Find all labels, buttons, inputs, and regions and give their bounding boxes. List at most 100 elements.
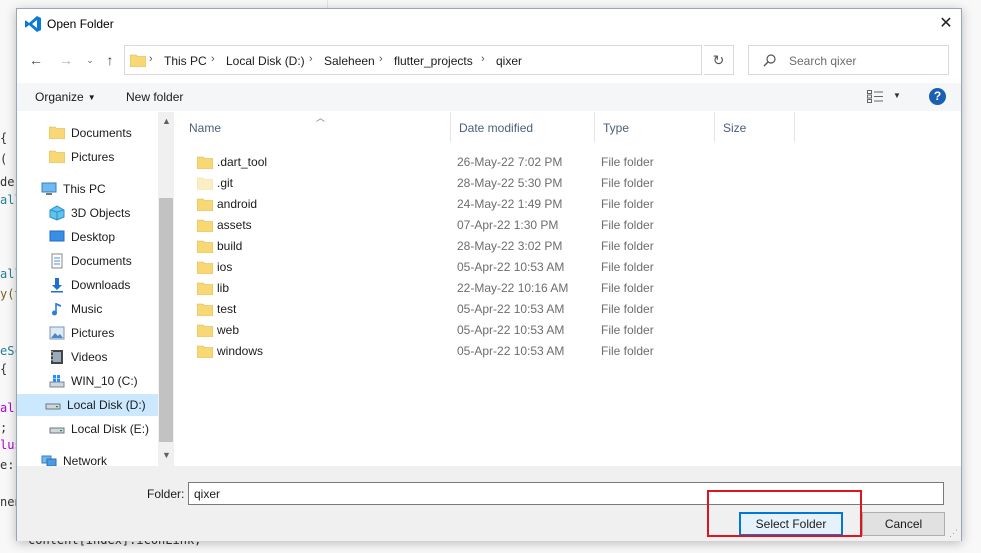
new-folder-button[interactable]: New folder [126, 90, 183, 104]
file-row[interactable]: assets 07-Apr-22 1:30 PM File folder [196, 215, 857, 236]
breadcrumb-local-disk[interactable]: Local Disk (D:) [226, 54, 305, 68]
nav-item-pictures[interactable]: Pictures [48, 146, 174, 168]
nav-item-label: Local Disk (E:) [71, 422, 150, 436]
file-date: 22-May-22 10:16 AM [457, 281, 569, 295]
breadcrumb-this-pc[interactable]: This PC [164, 54, 207, 68]
breadcrumb-flutter-projects[interactable]: flutter_projects [394, 54, 473, 68]
scroll-down-icon[interactable]: ▼ [162, 450, 171, 460]
file-type: File folder [601, 323, 654, 337]
file-row[interactable]: build 28-May-22 3:02 PM File folder [196, 236, 857, 257]
folder-icon [196, 302, 214, 319]
nav-item-network[interactable]: Network [41, 450, 174, 466]
nav-item-pictures[interactable]: Pictures [49, 322, 174, 344]
file-row[interactable]: .git 28-May-22 5:30 PM File folder [196, 173, 857, 194]
address-bar[interactable]: › This PC › Local Disk (D:) › Saleheen ›… [124, 45, 797, 75]
organize-label: Organize [35, 90, 84, 104]
nav-item-label: WIN_10 (C:) [71, 374, 138, 388]
up-arrow-icon[interactable]: ↑ [101, 51, 119, 69]
music-icon [49, 301, 65, 317]
recent-locations-chevron-icon[interactable]: ⌄ [81, 51, 99, 69]
file-date: 05-Apr-22 10:53 AM [457, 323, 565, 337]
breadcrumb-separator-icon: › [309, 53, 313, 65]
file-row[interactable]: test 05-Apr-22 10:53 AM File folder [196, 299, 857, 320]
help-icon[interactable]: ? [929, 88, 946, 105]
close-icon[interactable]: ✕ [931, 11, 961, 37]
documents-folder-icon [48, 125, 66, 141]
file-date: 26-May-22 7:02 PM [457, 155, 563, 169]
refresh-icon[interactable]: ↻ [704, 45, 734, 75]
breadcrumb-separator-icon: › [481, 53, 485, 65]
file-row[interactable]: ios 05-Apr-22 10:53 AM File folder [196, 257, 857, 278]
file-date: 28-May-22 5:30 PM [457, 176, 563, 190]
nav-item-label: Pictures [71, 150, 115, 164]
nav-item-local-disk-e[interactable]: Local Disk (E:) [49, 418, 174, 440]
navigation-scrollbar[interactable]: ▲ ▼ [158, 112, 174, 466]
column-size-label: Size [723, 121, 747, 135]
nav-item-label: Documents [71, 126, 132, 140]
navigation-row: ← → ⌄ ↑ › This PC › Local Disk (D:) › Sa… [17, 43, 961, 77]
scrollbar-thumb[interactable] [159, 198, 173, 442]
file-row[interactable]: android 24-May-22 1:49 PM File folder [196, 194, 857, 215]
nav-item-3d-objects[interactable]: 3D Objects [49, 202, 174, 224]
nav-item-desktop[interactable]: Desktop [49, 226, 174, 248]
breadcrumb-separator-icon: › [211, 53, 215, 65]
file-row[interactable]: web 05-Apr-22 10:53 AM File folder [196, 320, 857, 341]
file-name: ios [217, 260, 233, 274]
folder-icon [196, 218, 214, 235]
folder-icon [196, 155, 214, 172]
nav-item-win-10-c[interactable]: WIN_10 (C:) [49, 370, 174, 392]
file-row[interactable]: windows 05-Apr-22 10:53 AM File folder [196, 341, 857, 362]
nav-item-label: This PC [63, 182, 106, 196]
nav-item-videos[interactable]: Videos [49, 346, 174, 368]
file-date: 07-Apr-22 1:30 PM [457, 218, 559, 232]
file-type: File folder [601, 155, 654, 169]
windows-drive-icon [49, 373, 65, 389]
pictures-icon [49, 325, 65, 341]
file-type: File folder [601, 197, 654, 211]
breadcrumb-separator-icon: › [379, 53, 383, 65]
breadcrumb-saleheen[interactable]: Saleheen [324, 54, 375, 68]
nav-item-this-pc[interactable]: This PC [41, 178, 174, 200]
nav-item-label: Music [71, 302, 103, 316]
title-bar: Open Folder ✕ [17, 9, 961, 39]
file-row[interactable]: lib 22-May-22 10:16 AM File folder [196, 278, 857, 299]
resize-grip-icon[interactable]: ⋰ [949, 528, 958, 539]
file-type: File folder [601, 260, 654, 274]
nav-item-downloads[interactable]: Downloads [49, 274, 174, 296]
file-name: android [217, 197, 258, 211]
nav-item-documents[interactable]: Documents [49, 250, 174, 272]
view-options-icon[interactable] [867, 90, 884, 103]
file-name: lib [217, 281, 230, 295]
file-row[interactable]: .dart_tool 26-May-22 7:02 PM File folder [196, 152, 857, 173]
column-header-date[interactable]: Date modified [451, 112, 595, 142]
cancel-button[interactable]: Cancel [862, 512, 945, 536]
vscode-logo-icon [25, 16, 41, 32]
organize-menu-button[interactable]: Organize ▼ [35, 90, 96, 104]
code-fragment: { [0, 362, 8, 376]
column-header-type[interactable]: Type [595, 112, 715, 142]
scroll-up-icon[interactable]: ▲ [162, 116, 171, 126]
file-type: File folder [601, 239, 654, 253]
file-name: build [217, 239, 243, 253]
breadcrumb-qixer[interactable]: qixer [496, 54, 522, 68]
organize-caret-icon: ▼ [87, 93, 96, 102]
nav-item-local-disk-d[interactable]: Local Disk (D:) [17, 394, 158, 416]
pictures-folder-icon [48, 149, 66, 165]
view-options-caret-icon[interactable]: ▼ [893, 91, 901, 100]
column-header-name[interactable]: Name [181, 112, 451, 142]
forward-arrow-icon[interactable]: → [57, 51, 75, 69]
drive-icon [45, 397, 61, 413]
file-name: .git [217, 176, 234, 190]
open-folder-dialog: Open Folder ✕ ← → ⌄ ↑ › This PC › Local … [16, 8, 962, 541]
file-type: File folder [601, 176, 654, 190]
column-header-size[interactable]: Size [715, 112, 795, 142]
nav-item-music[interactable]: Music [49, 298, 174, 320]
back-arrow-icon[interactable]: ← [27, 51, 45, 69]
search-box[interactable]: Search qixer [748, 45, 949, 75]
folder-icon [196, 239, 214, 256]
folder-icon [196, 176, 214, 193]
nav-item-documents[interactable]: Documents [48, 122, 174, 144]
highlight-annotation [707, 490, 862, 537]
code-fragment: ; [0, 421, 8, 435]
breadcrumb-separator-icon: › [149, 53, 153, 65]
